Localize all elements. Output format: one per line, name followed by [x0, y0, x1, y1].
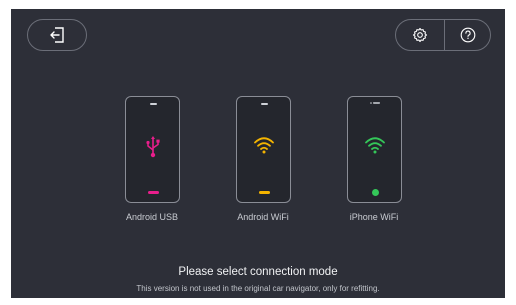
- disclaimer-text: This version is not used in the original…: [136, 284, 380, 293]
- usb-icon: [126, 135, 179, 159]
- page-title: Please select connection mode: [178, 266, 338, 278]
- gear-icon: [412, 27, 428, 43]
- android-usb-option[interactable]: [125, 96, 180, 203]
- exit-icon: [28, 20, 86, 50]
- help-button[interactable]: [445, 20, 491, 50]
- phone-home-indicator: [148, 191, 159, 194]
- settings-button[interactable]: [396, 20, 444, 50]
- back-button[interactable]: [27, 19, 87, 51]
- wifi-icon: [348, 135, 401, 155]
- phone-speaker: [370, 102, 380, 104]
- android-wifi-option[interactable]: [236, 96, 291, 203]
- iphone-wifi-option[interactable]: [347, 96, 402, 203]
- help-icon: [460, 27, 476, 43]
- android-wifi-label: Android WiFi: [237, 212, 289, 222]
- phone-home-indicator: [259, 191, 270, 194]
- header-actions: [395, 19, 491, 51]
- phone-speaker: [150, 103, 157, 105]
- phone-home-button: [372, 189, 379, 196]
- connection-screen: Android USB Android WiFi iPhone WiFi Ple…: [11, 9, 505, 298]
- iphone-wifi-label: iPhone WiFi: [349, 212, 399, 222]
- wifi-icon: [237, 135, 290, 155]
- phone-speaker: [261, 103, 268, 105]
- android-usb-label: Android USB: [125, 212, 179, 222]
